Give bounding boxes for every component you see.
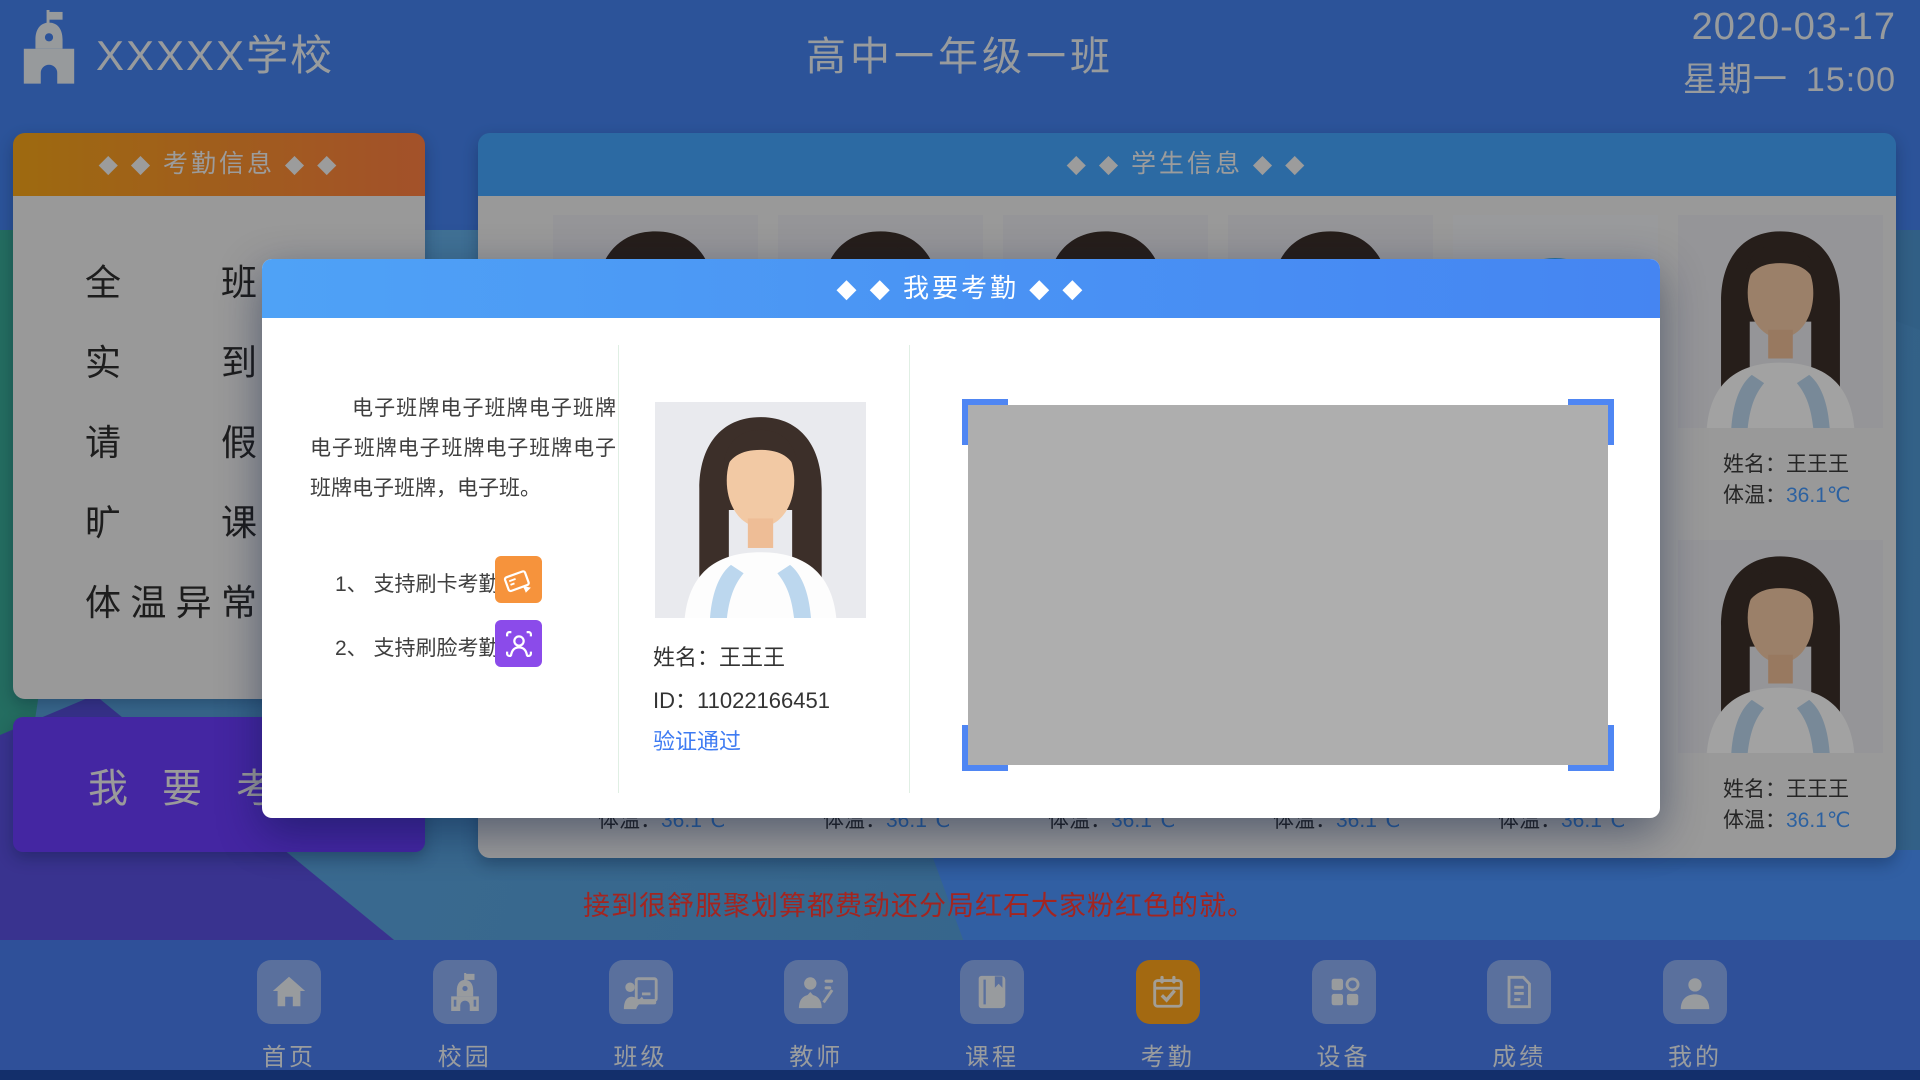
screen: XXXXX学校 高中一年级一班 2020-03-17 星期一15:00 ◆ ◆ … [0, 0, 1920, 1080]
attendance-modal-title: ◆ ◆ 我要考勤 ◆ ◆ [262, 259, 1660, 318]
viewfinder-corner-icon [962, 399, 1008, 445]
viewfinder-corner-icon [1568, 399, 1614, 445]
attendance-modal: ◆ ◆ 我要考勤 ◆ ◆ 电子班牌电子班牌电子班牌电子班牌电子班牌电子班牌电子班… [262, 259, 1660, 818]
verified-student-photo [655, 402, 866, 618]
verification-status-link[interactable]: 验证通过 [653, 724, 741, 756]
viewfinder-corner-icon [1568, 725, 1614, 771]
verified-student-name: 姓名：王王王 [653, 640, 785, 672]
viewfinder-corner-icon [962, 725, 1008, 771]
card-swipe-icon [495, 556, 542, 603]
verified-student-id: ID：11022166451 [653, 683, 830, 715]
modal-divider-left [618, 345, 619, 793]
camera-preview [968, 405, 1608, 765]
modal-divider-right [909, 345, 910, 793]
modal-description: 电子班牌电子班牌电子班牌电子班牌电子班牌电子班牌电子班牌电子班牌，电子班。 [310, 389, 616, 509]
face-scan-icon [495, 620, 542, 667]
